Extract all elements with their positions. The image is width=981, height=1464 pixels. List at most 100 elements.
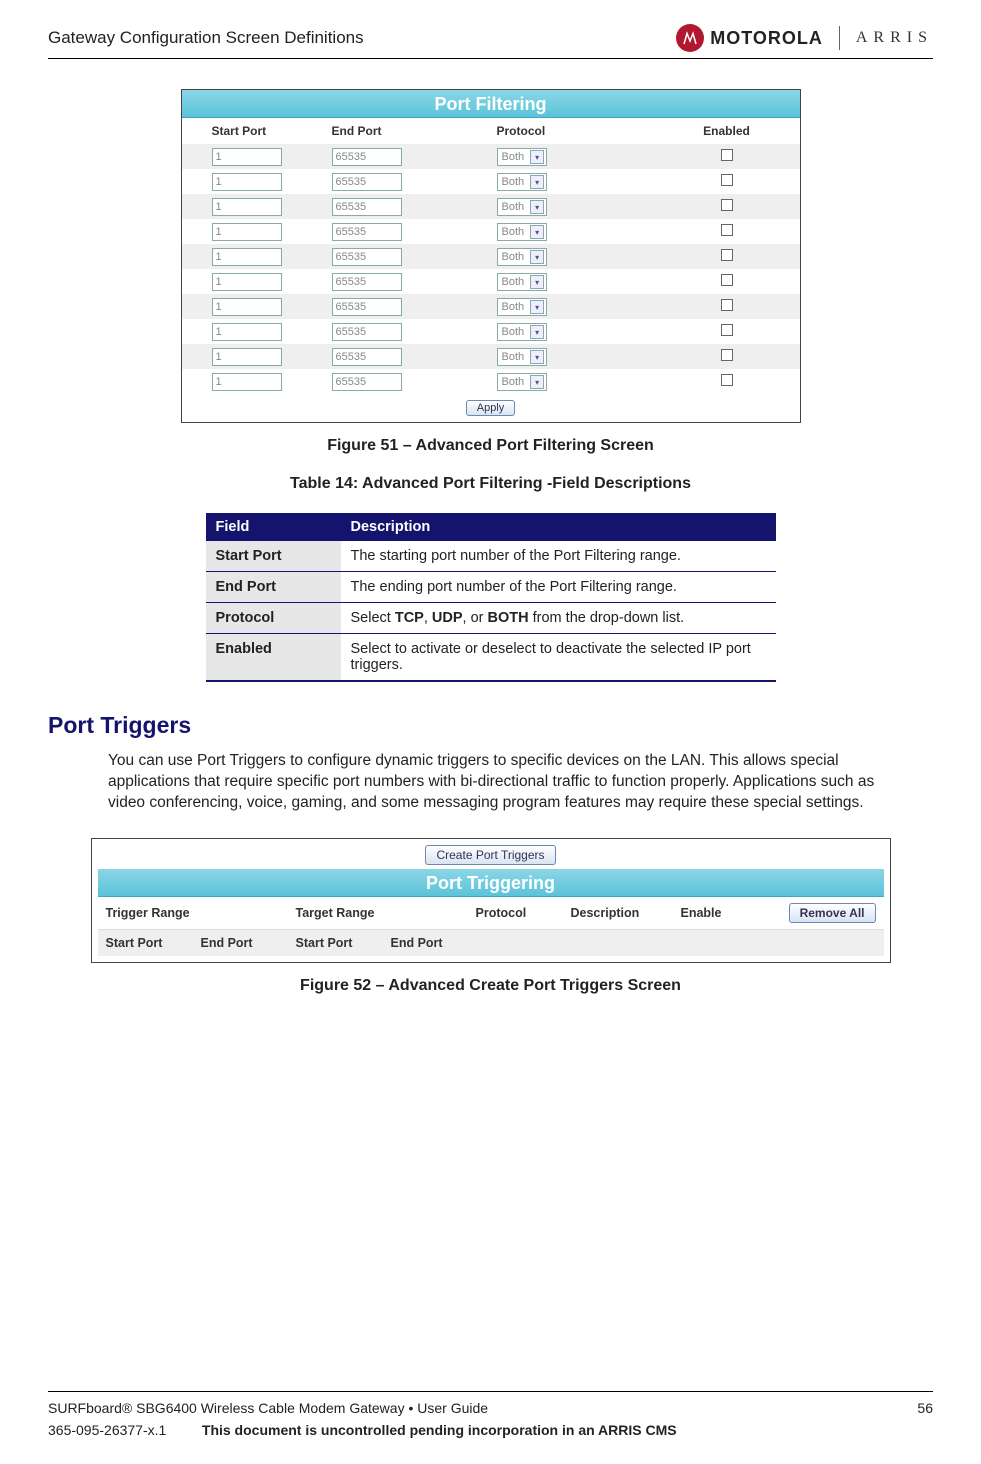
start-port-input[interactable] (212, 323, 282, 341)
text: , (424, 610, 432, 626)
end-port-input[interactable] (332, 173, 402, 191)
port-triggers-body: You can use Port Triggers to configure d… (108, 751, 913, 814)
cell-field: End Port (206, 572, 341, 603)
pf-data-row: Both▾ (182, 219, 800, 244)
protocol-select[interactable]: Both▾ (497, 348, 548, 366)
pf-col-start-header: Start Port (182, 124, 332, 138)
protocol-select[interactable]: Both▾ (497, 373, 548, 391)
end-port-input[interactable] (332, 298, 402, 316)
cell-desc: Select TCP, UDP, or BOTH from the drop-d… (341, 603, 776, 634)
enabled-checkbox[interactable] (721, 224, 733, 236)
start-port-input[interactable] (212, 348, 282, 366)
bold: BOTH (488, 610, 529, 626)
bold: UDP (432, 610, 463, 626)
enabled-checkbox[interactable] (721, 349, 733, 361)
protocol-select[interactable]: Both▾ (497, 298, 548, 316)
create-port-triggers-button[interactable]: Create Port Triggers (425, 845, 555, 865)
start-port-input[interactable] (212, 148, 282, 166)
protocol-select[interactable]: Both▾ (497, 223, 548, 241)
col-protocol: Protocol (472, 906, 567, 920)
pf-col-protocol-header: Protocol (497, 124, 662, 138)
chevron-down-icon: ▾ (530, 325, 544, 339)
enabled-checkbox[interactable] (721, 324, 733, 336)
document-header: Gateway Configuration Screen Definitions… (48, 24, 933, 59)
port-triggering-panel: Create Port Triggers Port Triggering Tri… (91, 838, 891, 963)
end-port-input[interactable] (332, 223, 402, 241)
start-port-input[interactable] (212, 173, 282, 191)
port-triggering-banner: Port Triggering (98, 869, 884, 897)
footer-page-number: 56 (917, 1400, 933, 1416)
field-description-table: Field Description Start Port The startin… (206, 513, 776, 682)
col-remove-all: Remove All (752, 903, 880, 923)
end-port-input[interactable] (332, 273, 402, 291)
port-triggers-heading: Port Triggers (48, 712, 933, 739)
th-description: Description (341, 513, 776, 541)
enabled-checkbox[interactable] (721, 274, 733, 286)
chevron-down-icon: ▾ (530, 350, 544, 364)
pf-data-row: Both▾ (182, 194, 800, 219)
end-port-input[interactable] (332, 373, 402, 391)
motorola-wordmark: MOTOROLA (710, 28, 823, 49)
port-filtering-panel: Port Filtering Start Port End Port Proto… (181, 89, 801, 423)
pf-data-row: Both▾ (182, 344, 800, 369)
end-port-input[interactable] (332, 323, 402, 341)
pt-header-row-2: Start Port End Port Start Port End Port (98, 930, 884, 956)
col-start-port-1: Start Port (102, 936, 197, 950)
end-port-input[interactable] (332, 248, 402, 266)
pf-apply-row: Apply (182, 394, 800, 418)
section-title: Gateway Configuration Screen Definitions (48, 28, 364, 48)
figure51-caption: Figure 51 – Advanced Port Filtering Scre… (48, 437, 933, 455)
start-port-input[interactable] (212, 248, 282, 266)
start-port-input[interactable] (212, 298, 282, 316)
footer-product: SURFboard® SBG6400 Wireless Cable Modem … (48, 1400, 488, 1416)
protocol-select[interactable]: Both▾ (497, 323, 548, 341)
end-port-input[interactable] (332, 348, 402, 366)
pt-header-row-1: Trigger Range Target Range Protocol Desc… (98, 897, 884, 930)
port-filtering-banner: Port Filtering (182, 90, 800, 118)
footer-notice: This document is uncontrolled pending in… (202, 1422, 677, 1438)
pf-data-row: Both▾ (182, 169, 800, 194)
apply-button[interactable]: Apply (466, 400, 516, 416)
chevron-down-icon: ▾ (530, 225, 544, 239)
enabled-checkbox[interactable] (721, 174, 733, 186)
col-end-port-1: End Port (197, 936, 292, 950)
pt-create-row: Create Port Triggers (98, 845, 884, 869)
end-port-input[interactable] (332, 198, 402, 216)
enabled-checkbox[interactable] (721, 374, 733, 386)
logo-block: MOTOROLA ARRIS (676, 24, 933, 52)
cell-desc: The ending port number of the Port Filte… (341, 572, 776, 603)
start-port-input[interactable] (212, 273, 282, 291)
motorola-m-icon (676, 24, 704, 52)
enabled-checkbox[interactable] (721, 199, 733, 211)
col-target-range: Target Range (292, 906, 472, 920)
protocol-select[interactable]: Both▾ (497, 198, 548, 216)
start-port-input[interactable] (212, 198, 282, 216)
protocol-select[interactable]: Both▾ (497, 248, 548, 266)
pf-data-row: Both▾ (182, 269, 800, 294)
end-port-input[interactable] (332, 148, 402, 166)
pf-data-row: Both▾ (182, 294, 800, 319)
protocol-select[interactable]: Both▾ (497, 148, 548, 166)
th-field: Field (206, 513, 341, 541)
start-port-input[interactable] (212, 223, 282, 241)
enabled-checkbox[interactable] (721, 249, 733, 261)
col-start-port-2: Start Port (292, 936, 387, 950)
text: , or (463, 610, 488, 626)
document-footer: SURFboard® SBG6400 Wireless Cable Modem … (48, 1391, 933, 1438)
arris-wordmark: ARRIS (856, 29, 933, 47)
bold: TCP (395, 610, 424, 626)
enabled-checkbox[interactable] (721, 299, 733, 311)
chevron-down-icon: ▾ (530, 150, 544, 164)
chevron-down-icon: ▾ (530, 300, 544, 314)
protocol-select[interactable]: Both▾ (497, 173, 548, 191)
start-port-input[interactable] (212, 373, 282, 391)
protocol-select[interactable]: Both▾ (497, 273, 548, 291)
chevron-down-icon: ▾ (530, 275, 544, 289)
enabled-checkbox[interactable] (721, 149, 733, 161)
remove-all-button[interactable]: Remove All (789, 903, 876, 923)
chevron-down-icon: ▾ (530, 250, 544, 264)
chevron-down-icon: ▾ (530, 200, 544, 214)
cell-desc: Select to activate or deselect to deacti… (341, 634, 776, 682)
cell-desc: The starting port number of the Port Fil… (341, 541, 776, 572)
pf-col-end-header: End Port (332, 124, 497, 138)
